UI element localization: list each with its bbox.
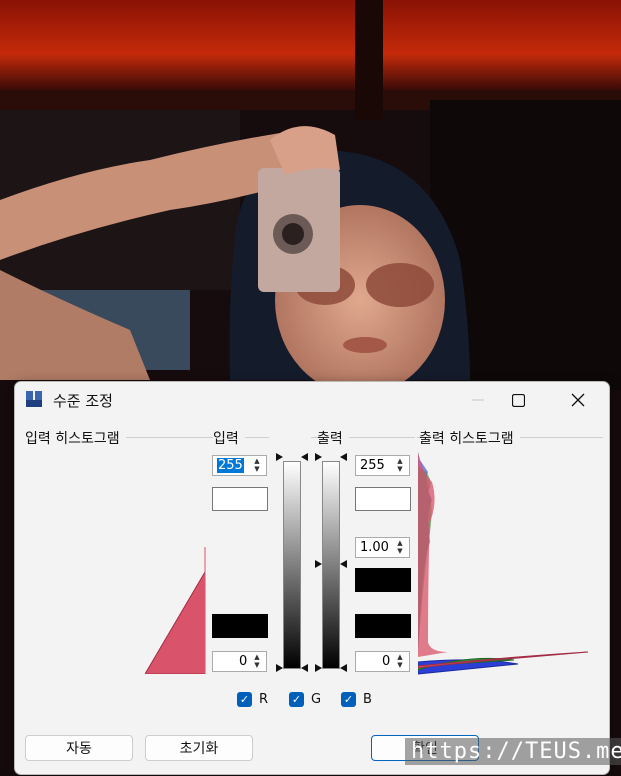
arrow-up-icon[interactable]: ▲ — [393, 539, 407, 547]
output-low-swatch[interactable] — [355, 614, 411, 638]
output-high-spinner[interactable]: 255 ▲ ▼ — [355, 455, 410, 476]
input-low-value[interactable]: 0 — [239, 654, 247, 669]
output-high-arrows[interactable]: ▲ ▼ — [393, 457, 407, 474]
channel-b-label: B — [363, 692, 372, 707]
arrow-down-icon[interactable]: ▼ — [250, 465, 264, 473]
input-histogram — [145, 547, 206, 674]
input-label: 입력 — [213, 428, 245, 448]
checkmark-icon[interactable]: ✓ — [341, 692, 356, 707]
arrow-down-icon[interactable]: ▼ — [393, 465, 407, 473]
title-bar[interactable]: 수준 조정 — [15, 382, 609, 418]
input-low-spinner[interactable]: 0 ▲ ▼ — [212, 651, 267, 672]
levels-app-icon — [26, 391, 42, 407]
input-high-arrows[interactable]: ▲ ▼ — [250, 457, 264, 474]
input-high-value[interactable]: 255 — [217, 458, 244, 473]
arrow-up-icon[interactable]: ▲ — [250, 457, 264, 465]
input-low-swatch[interactable] — [212, 614, 268, 638]
channel-g-label: G — [311, 692, 322, 707]
output-histogram-label: 출력 히스토그램 — [419, 428, 520, 448]
minimize-icon — [472, 399, 484, 401]
checkmark-icon[interactable]: ✓ — [289, 692, 304, 707]
input-histogram-label: 입력 히스토그램 — [25, 428, 126, 448]
arrow-down-icon[interactable]: ▼ — [250, 661, 264, 669]
levels-dialog: 수준 조정 입력 히스토그램 입력 출력 출력 히스토그램 255 ▲ ▼ 0 ▲… — [14, 381, 610, 775]
output-low-arrows[interactable]: ▲ ▼ — [393, 653, 407, 670]
channel-g-checkbox[interactable]: ✓ G — [289, 692, 321, 707]
arrow-up-icon[interactable]: ▲ — [393, 457, 407, 465]
watermark: https://TEUS.me — [405, 738, 621, 765]
channel-r-label: R — [259, 692, 269, 707]
channel-r-checkbox[interactable]: ✓ R — [237, 692, 268, 707]
output-gamma-swatch[interactable] — [355, 568, 411, 592]
output-high-swatch[interactable] — [355, 487, 411, 511]
output-slider-handles[interactable] — [314, 452, 348, 674]
gamma-spinner[interactable]: 1.00 ▲ ▼ — [355, 537, 410, 558]
checkmark-icon[interactable]: ✓ — [237, 692, 252, 707]
output-low-spinner[interactable]: 0 ▲ ▼ — [355, 651, 410, 672]
output-histogram — [418, 452, 589, 675]
close-button[interactable] — [555, 382, 601, 418]
maximize-button[interactable] — [495, 382, 541, 418]
output-low-value[interactable]: 0 — [382, 654, 390, 669]
arrow-down-icon[interactable]: ▼ — [393, 661, 407, 669]
maximize-icon — [511, 393, 525, 407]
input-slider-handles[interactable] — [275, 452, 309, 674]
output-label: 출력 — [317, 428, 349, 448]
arrow-up-icon[interactable]: ▲ — [393, 653, 407, 661]
close-icon — [571, 393, 585, 407]
input-low-arrows[interactable]: ▲ ▼ — [250, 653, 264, 670]
arrow-down-icon[interactable]: ▼ — [393, 547, 407, 555]
gamma-value[interactable]: 1.00 — [360, 540, 389, 555]
channel-b-checkbox[interactable]: ✓ B — [341, 692, 372, 707]
output-high-value[interactable]: 255 — [360, 458, 385, 473]
arrow-up-icon[interactable]: ▲ — [250, 653, 264, 661]
gamma-arrows[interactable]: ▲ ▼ — [393, 539, 407, 556]
reset-button[interactable]: 초기화 — [145, 735, 253, 761]
input-high-swatch[interactable] — [212, 487, 268, 511]
input-high-spinner[interactable]: 255 ▲ ▼ — [212, 455, 267, 476]
auto-button[interactable]: 자동 — [25, 735, 133, 761]
dialog-title: 수준 조정 — [53, 392, 113, 410]
